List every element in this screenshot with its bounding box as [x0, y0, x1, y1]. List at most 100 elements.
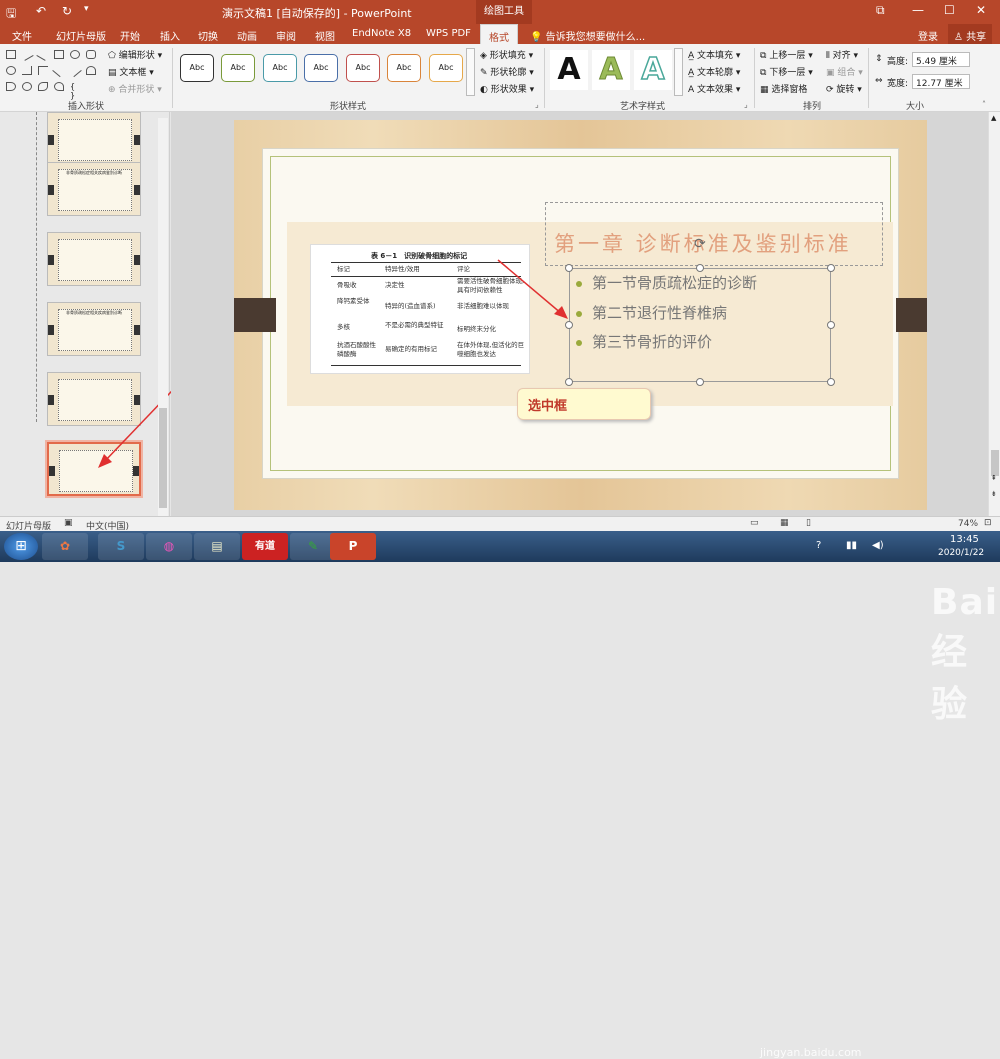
spellcheck-icon[interactable]: ▣ [64, 518, 73, 528]
taskbar-app-powerpoint[interactable]: P [330, 533, 376, 560]
normal-view-icon[interactable]: ▭ [750, 518, 759, 528]
taskbar-app-youdao[interactable]: 有道 [242, 533, 288, 560]
taskbar-app-explorer[interactable]: ▤ [194, 533, 240, 560]
wordart-styles-scroll[interactable] [674, 48, 683, 96]
text-box-button[interactable]: ▤ 文本框 ▾ [108, 65, 154, 78]
redo-icon[interactable]: ↻ [62, 4, 72, 18]
shape-elbow-icon[interactable] [22, 66, 32, 75]
shape-diagonal2-icon[interactable] [68, 63, 82, 78]
maximize-button[interactable]: ☐ [944, 3, 955, 17]
send-backward-button[interactable]: ⧉ 下移一层 ▾ [760, 65, 813, 78]
shape-square-icon[interactable] [54, 50, 64, 59]
shapes-gallery[interactable]: { } [6, 48, 102, 100]
resize-handle[interactable] [565, 264, 573, 272]
shape-brace-icon[interactable]: { } [70, 82, 80, 100]
scrollbar-thumb[interactable] [991, 450, 999, 476]
zoom-level[interactable]: 74% [958, 519, 978, 529]
tab-format[interactable]: 格式 [480, 24, 518, 44]
taskbar-app-sogou[interactable]: S [98, 533, 144, 560]
shape-arrow-icon[interactable] [36, 48, 50, 61]
shape-style-6[interactable]: Abc [387, 54, 421, 82]
edit-shape-button[interactable]: ⬠ 编辑形状 ▾ [108, 48, 162, 61]
customize-quick-access-icon[interactable]: ▾ [84, 4, 89, 14]
tab-view[interactable]: 视图 [315, 28, 335, 43]
save-icon[interactable]: 🖫 [6, 4, 16, 25]
close-button[interactable]: ✕ [976, 3, 986, 17]
shape-style-3[interactable]: Abc [263, 54, 297, 82]
tab-review[interactable]: 审阅 [276, 28, 296, 43]
slide-thumbnail[interactable] [47, 112, 141, 166]
bring-forward-button[interactable]: ⧉ 上移一层 ▾ [760, 48, 813, 61]
group-button[interactable]: ▣ 组合 ▾ [826, 65, 863, 78]
reading-view-icon[interactable]: ▯ [806, 518, 811, 528]
wordart-style-3[interactable]: A [634, 50, 672, 90]
text-outline-button[interactable]: A̲ 文本轮廓 ▾ [688, 65, 740, 78]
shape-diagonal-icon[interactable] [52, 63, 66, 78]
shape-styles-scroll[interactable] [466, 48, 475, 96]
tab-insert[interactable]: 插入 [160, 28, 180, 43]
resize-handle[interactable] [565, 378, 573, 386]
tab-transitions[interactable]: 切换 [198, 28, 218, 43]
scrollbar-thumb[interactable] [159, 408, 167, 508]
shape-wave-icon[interactable] [54, 82, 64, 91]
shape-fill-button[interactable]: ◈ 形状填充 ▾ [480, 48, 533, 61]
resize-handle[interactable] [696, 264, 704, 272]
tab-animations[interactable]: 动画 [237, 28, 257, 43]
shape-outline-button[interactable]: ✎ 形状轮廓 ▾ [480, 65, 534, 78]
shape-freeform-icon[interactable] [22, 82, 32, 91]
resize-handle[interactable] [827, 264, 835, 272]
wordart-style-1[interactable]: A [550, 50, 588, 90]
merge-shapes-button[interactable]: ⊕ 合并形状 ▾ [108, 82, 162, 95]
shape-corner-icon[interactable] [38, 66, 48, 75]
resize-handle[interactable] [565, 321, 573, 329]
width-input[interactable]: 12.77 厘米 [912, 74, 970, 89]
shape-rounded-rect-icon[interactable] [86, 50, 96, 59]
shape-style-4[interactable]: Abc [304, 54, 338, 82]
tab-slide-master[interactable]: 幻灯片母版 [56, 28, 106, 43]
rotate-handle-icon[interactable]: ⟳ [694, 236, 706, 252]
wordart-style-2[interactable]: A [592, 50, 630, 90]
undo-icon[interactable]: ↶ [36, 4, 46, 18]
volume-icon[interactable]: ◀) [872, 540, 884, 551]
taskbar-app-browser[interactable]: ◍ [146, 533, 192, 560]
shape-oval-icon[interactable] [70, 50, 80, 59]
shape-curve-icon[interactable] [6, 82, 16, 91]
thumbnails-scrollbar[interactable] [158, 118, 168, 516]
shape-arc-icon[interactable] [86, 66, 96, 75]
dialog-launcher-icon[interactable]: ⌟ [535, 100, 539, 109]
share-button[interactable]: ♙ 共享 [948, 24, 993, 44]
shape-rectangle-icon[interactable] [6, 50, 16, 59]
clock-date[interactable]: 2020/1/22 [938, 548, 984, 558]
align-button[interactable]: ⫴ 对齐 ▾ [826, 48, 858, 61]
shape-style-7[interactable]: Abc [429, 54, 463, 82]
dialog-launcher-icon[interactable]: ⌟ [744, 100, 748, 109]
shape-scribble-icon[interactable] [38, 82, 48, 91]
resize-handle[interactable] [827, 321, 835, 329]
tab-file[interactable]: 文件 [12, 28, 32, 43]
tab-home[interactable]: 开始 [120, 28, 140, 43]
text-effects-button[interactable]: A 文本效果 ▾ [688, 82, 740, 95]
shape-effects-button[interactable]: ◐ 形状效果 ▾ [480, 82, 534, 95]
shape-circle-icon[interactable] [6, 66, 16, 75]
ribbon-display-icon[interactable]: ⧉ [876, 3, 885, 18]
rotate-button[interactable]: ⟳ 旋转 ▾ [826, 82, 862, 95]
login-button[interactable]: 登录 [918, 28, 938, 43]
help-icon[interactable]: ? [816, 540, 821, 551]
shape-style-1[interactable]: Abc [180, 54, 214, 82]
text-fill-button[interactable]: A̲ 文本填充 ▾ [688, 48, 740, 61]
slide-sorter-icon[interactable]: ▦ [780, 518, 789, 528]
shape-style-5[interactable]: Abc [346, 54, 380, 82]
tell-me-search[interactable]: 💡 告诉我您想要做什么... [530, 28, 645, 43]
slide-thumbnail[interactable]: 非骨质疏松症相关疾病鉴别诊断 [47, 162, 141, 216]
clock-time[interactable]: 13:45 [950, 534, 979, 545]
collapse-ribbon-icon[interactable]: ˄ [982, 100, 986, 109]
prev-slide-icon[interactable]: ⇞ [991, 474, 997, 482]
taskbar-app-mixed[interactable]: ✿ [42, 533, 88, 560]
height-input[interactable]: 5.49 厘米 [912, 52, 970, 67]
tab-endnote[interactable]: EndNote X8 [352, 28, 411, 39]
resize-handle[interactable] [827, 378, 835, 386]
scroll-up-icon[interactable]: ▲ [991, 114, 996, 122]
shape-style-2[interactable]: Abc [221, 54, 255, 82]
slide-thumbnail[interactable] [47, 232, 141, 286]
next-slide-icon[interactable]: ⇟ [991, 490, 997, 498]
